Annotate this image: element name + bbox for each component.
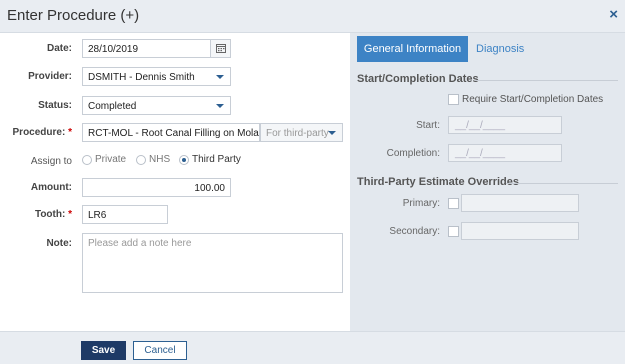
- tab-diagnosis[interactable]: Diagnosis: [476, 36, 524, 62]
- start-date-input[interactable]: __/__/____: [448, 116, 562, 134]
- for-third-party-select[interactable]: For third-party: [260, 123, 343, 142]
- radio-private-dot: [82, 154, 92, 165]
- status-select[interactable]: Completed: [82, 96, 231, 115]
- dates-section-title: Start/Completion Dates: [357, 73, 479, 85]
- required-mark: *: [68, 127, 72, 138]
- cancel-button[interactable]: Cancel: [133, 341, 187, 360]
- radio-private-label: Private: [95, 154, 127, 165]
- date-value: 28/10/2019: [88, 44, 139, 55]
- dialog-footer: Save Cancel: [0, 331, 625, 364]
- primary-label: Primary:: [402, 198, 440, 209]
- assign-to-label: Assign to: [30, 156, 72, 167]
- amount-input[interactable]: 100.00: [82, 178, 231, 197]
- require-dates-checkbox[interactable]: [448, 94, 459, 105]
- calendar-button[interactable]: [210, 40, 230, 57]
- completion-date-placeholder: __/__/____: [455, 148, 506, 159]
- radio-nhs-dot: [136, 154, 146, 165]
- secondary-override-input[interactable]: [461, 222, 579, 240]
- chevron-down-icon: [216, 104, 224, 108]
- note-placeholder: Please add a note here: [88, 238, 192, 249]
- tab-general-information[interactable]: General Information: [357, 36, 468, 62]
- amount-value: 100.00: [194, 183, 225, 194]
- tooth-value: LR6: [88, 210, 107, 221]
- completion-date-input[interactable]: __/__/____: [448, 144, 562, 162]
- primary-override-input[interactable]: [461, 194, 579, 212]
- tooth-input[interactable]: LR6: [82, 205, 168, 224]
- calendar-icon: [216, 44, 226, 53]
- tooth-label-text: Tooth:: [34, 209, 66, 220]
- radio-third-party-dot: [179, 154, 189, 165]
- procedure-value: RCT-MOL - Root Canal Filling on Molar: [88, 128, 260, 139]
- procedure-label-text: Procedure:: [12, 127, 66, 138]
- provider-value: DSMITH - Dennis Smith: [88, 72, 195, 83]
- provider-select[interactable]: DSMITH - Dennis Smith: [82, 67, 231, 86]
- start-date-placeholder: __/__/____: [455, 120, 506, 131]
- start-label: Start:: [416, 120, 440, 131]
- close-icon[interactable]: ×: [609, 6, 618, 23]
- chevron-down-icon: [216, 75, 224, 79]
- note-textarea[interactable]: Please add a note here: [82, 233, 343, 293]
- secondary-override-checkbox[interactable]: [448, 226, 459, 237]
- section-divider: [506, 183, 618, 184]
- dialog-titlebar: Enter Procedure (+) ×: [0, 0, 625, 33]
- note-label: Note:: [46, 238, 72, 249]
- date-field[interactable]: 28/10/2019: [82, 39, 231, 58]
- radio-third-party[interactable]: Third Party: [179, 154, 241, 168]
- tooth-label: Tooth: *: [2, 209, 72, 220]
- status-value: Completed: [88, 101, 137, 112]
- dialog-title: Enter Procedure (+): [7, 7, 140, 24]
- radio-nhs[interactable]: NHS: [136, 154, 170, 168]
- date-label: Date:: [46, 43, 72, 54]
- procedure-form: Date: 28/10/2019 Provider: DSMITH - Denn…: [0, 33, 350, 331]
- details-panel: General Information Diagnosis Start/Comp…: [350, 33, 625, 331]
- procedure-label: Procedure: *: [2, 127, 72, 138]
- radio-nhs-label: NHS: [149, 154, 171, 165]
- for-third-party-label: For third-party: [266, 128, 329, 139]
- overrides-section-title: Third-Party Estimate Overrides: [357, 176, 520, 188]
- amount-label: Amount:: [30, 182, 72, 193]
- secondary-label: Secondary:: [389, 226, 440, 237]
- provider-label: Provider:: [28, 71, 72, 82]
- require-dates-label: Require Start/Completion Dates: [462, 94, 604, 105]
- primary-override-checkbox[interactable]: [448, 198, 459, 209]
- save-button[interactable]: Save: [81, 341, 126, 360]
- chevron-down-icon: [328, 131, 336, 135]
- procedure-input[interactable]: RCT-MOL - Root Canal Filling on Molar: [82, 123, 260, 142]
- radio-private[interactable]: Private: [82, 154, 126, 168]
- status-label: Status:: [38, 100, 72, 111]
- section-divider: [475, 80, 618, 81]
- radio-third-party-label: Third Party: [192, 154, 241, 165]
- required-mark: *: [68, 209, 72, 220]
- completion-label: Completion:: [386, 148, 440, 159]
